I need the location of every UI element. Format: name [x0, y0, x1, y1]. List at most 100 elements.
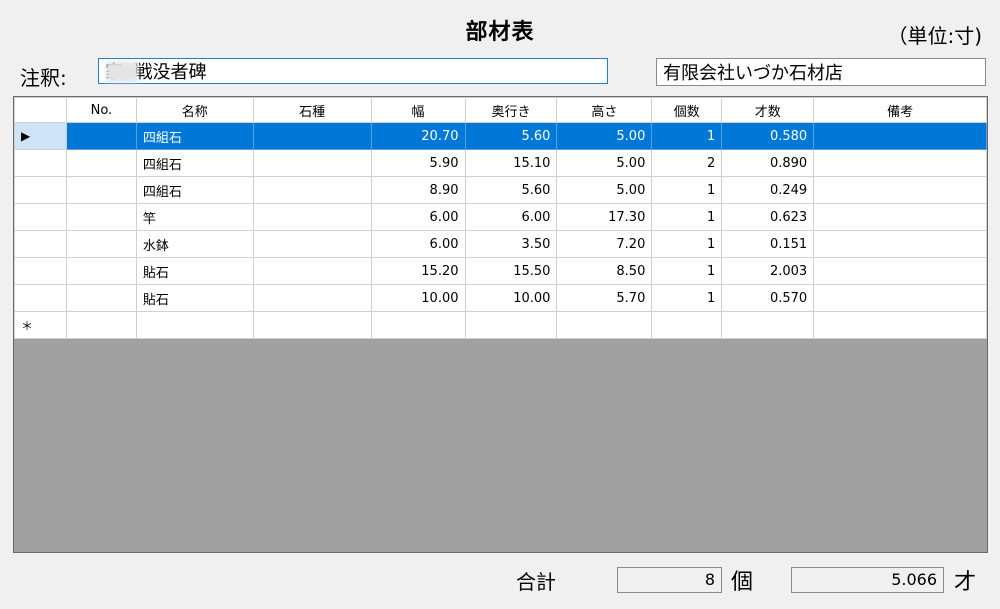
depth-cell[interactable]: 10.00 [464, 284, 558, 312]
row-header[interactable] [14, 203, 67, 231]
stone-cell[interactable] [252, 122, 372, 150]
stone-cell[interactable] [252, 257, 372, 285]
new-row-cell[interactable] [721, 311, 815, 339]
count-cell[interactable]: 1 [651, 284, 723, 312]
sai-cell[interactable]: 0.570 [721, 284, 815, 312]
row-header[interactable] [14, 149, 67, 177]
sai-cell[interactable]: 0.623 [721, 203, 815, 231]
column-header-name[interactable]: 名称 [135, 97, 254, 123]
column-header-stone[interactable]: 石種 [252, 97, 372, 123]
column-header-height[interactable]: 高さ [556, 97, 653, 123]
note-input[interactable] [98, 58, 608, 84]
new-row-cell[interactable] [813, 311, 987, 339]
height-cell[interactable]: 7.20 [556, 230, 653, 258]
depth-cell[interactable]: 6.00 [464, 203, 558, 231]
table-row[interactable]: 四組石 5.90 15.10 5.00 2 0.890 [14, 149, 987, 177]
width-cell[interactable]: 20.70 [370, 122, 466, 150]
depth-cell[interactable]: 5.60 [464, 176, 558, 204]
height-cell[interactable]: 17.30 [556, 203, 653, 231]
depth-cell[interactable]: 15.10 [464, 149, 558, 177]
sai-cell[interactable]: 2.003 [721, 257, 815, 285]
company-field[interactable] [656, 58, 986, 86]
new-row[interactable]: ＊ [14, 311, 987, 339]
stone-cell[interactable] [252, 176, 372, 204]
column-header-remarks[interactable]: 備考 [813, 97, 987, 123]
column-header-no[interactable]: No. [65, 97, 137, 123]
column-header-width[interactable]: 幅 [370, 97, 466, 123]
name-cell[interactable]: 四組石 [135, 176, 254, 204]
row-header[interactable] [14, 230, 67, 258]
new-row-cell[interactable] [135, 311, 254, 339]
sai-cell[interactable]: 0.249 [721, 176, 815, 204]
remarks-cell[interactable] [813, 230, 987, 258]
table-row[interactable]: 水鉢 6.00 3.50 7.20 1 0.151 [14, 230, 987, 258]
depth-cell[interactable]: 15.50 [464, 257, 558, 285]
table-row[interactable]: 貼石 15.20 15.50 8.50 1 2.003 [14, 257, 987, 285]
table-row[interactable]: 四組石 8.90 5.60 5.00 1 0.249 [14, 176, 987, 204]
row-header[interactable]: ▶ [14, 122, 67, 150]
width-cell[interactable]: 5.90 [370, 149, 466, 177]
name-cell[interactable]: 竿 [135, 203, 254, 231]
name-cell[interactable]: 貼石 [135, 284, 254, 312]
height-cell[interactable]: 5.00 [556, 149, 653, 177]
width-cell[interactable]: 10.00 [370, 284, 466, 312]
stone-cell[interactable] [252, 284, 372, 312]
no-cell[interactable] [65, 257, 137, 285]
remarks-cell[interactable] [813, 176, 987, 204]
remarks-cell[interactable] [813, 203, 987, 231]
width-cell[interactable]: 6.00 [370, 203, 466, 231]
count-cell[interactable]: 1 [651, 230, 723, 258]
width-cell[interactable]: 8.90 [370, 176, 466, 204]
height-cell[interactable]: 8.50 [556, 257, 653, 285]
table-row[interactable]: 貼石 10.00 10.00 5.70 1 0.570 [14, 284, 987, 312]
new-row-cell[interactable] [65, 311, 137, 339]
no-cell[interactable] [65, 122, 137, 150]
depth-cell[interactable]: 5.60 [464, 122, 558, 150]
new-row-cell[interactable] [651, 311, 723, 339]
row-header[interactable] [14, 176, 67, 204]
depth-cell[interactable]: 3.50 [464, 230, 558, 258]
sai-cell[interactable]: 0.580 [721, 122, 815, 150]
no-cell[interactable] [65, 284, 137, 312]
height-cell[interactable]: 5.00 [556, 122, 653, 150]
new-row-cell[interactable] [556, 311, 653, 339]
count-cell[interactable]: 1 [651, 203, 723, 231]
name-cell[interactable]: 水鉢 [135, 230, 254, 258]
column-header-count[interactable]: 個数 [651, 97, 723, 123]
new-row-marker[interactable]: ＊ [14, 311, 67, 339]
name-cell[interactable]: 四組石 [135, 122, 254, 150]
no-cell[interactable] [65, 203, 137, 231]
stone-cell[interactable] [252, 149, 372, 177]
height-cell[interactable]: 5.00 [556, 176, 653, 204]
stone-cell[interactable] [252, 203, 372, 231]
name-cell[interactable]: 貼石 [135, 257, 254, 285]
width-cell[interactable]: 6.00 [370, 230, 466, 258]
no-cell[interactable] [65, 176, 137, 204]
new-row-cell[interactable] [370, 311, 466, 339]
remarks-cell[interactable] [813, 149, 987, 177]
width-cell[interactable]: 15.20 [370, 257, 466, 285]
count-cell[interactable]: 2 [651, 149, 723, 177]
column-header-depth[interactable]: 奥行き [464, 97, 558, 123]
remarks-cell[interactable] [813, 122, 987, 150]
height-cell[interactable]: 5.70 [556, 284, 653, 312]
no-cell[interactable] [65, 230, 137, 258]
column-header-sai[interactable]: 才数 [721, 97, 815, 123]
new-row-cell[interactable] [252, 311, 372, 339]
table-row[interactable]: 竿 6.00 6.00 17.30 1 0.623 [14, 203, 987, 231]
sai-cell[interactable]: 0.890 [721, 149, 815, 177]
table-row[interactable]: ▶ 四組石 20.70 5.60 5.00 1 0.580 [14, 122, 987, 150]
sai-cell[interactable]: 0.151 [721, 230, 815, 258]
no-cell[interactable] [65, 149, 137, 177]
remarks-cell[interactable] [813, 257, 987, 285]
count-cell[interactable]: 1 [651, 122, 723, 150]
remarks-cell[interactable] [813, 284, 987, 312]
count-cell[interactable]: 1 [651, 176, 723, 204]
parts-grid[interactable]: No. 名称 石種 幅 奥行き 高さ 個数 才数 備考 ▶ 四組石 20.70 5.6… [13, 96, 988, 553]
name-cell[interactable]: 四組石 [135, 149, 254, 177]
count-cell[interactable]: 1 [651, 257, 723, 285]
row-header[interactable] [14, 284, 67, 312]
stone-cell[interactable] [252, 230, 372, 258]
row-header[interactable] [14, 257, 67, 285]
new-row-cell[interactable] [464, 311, 558, 339]
